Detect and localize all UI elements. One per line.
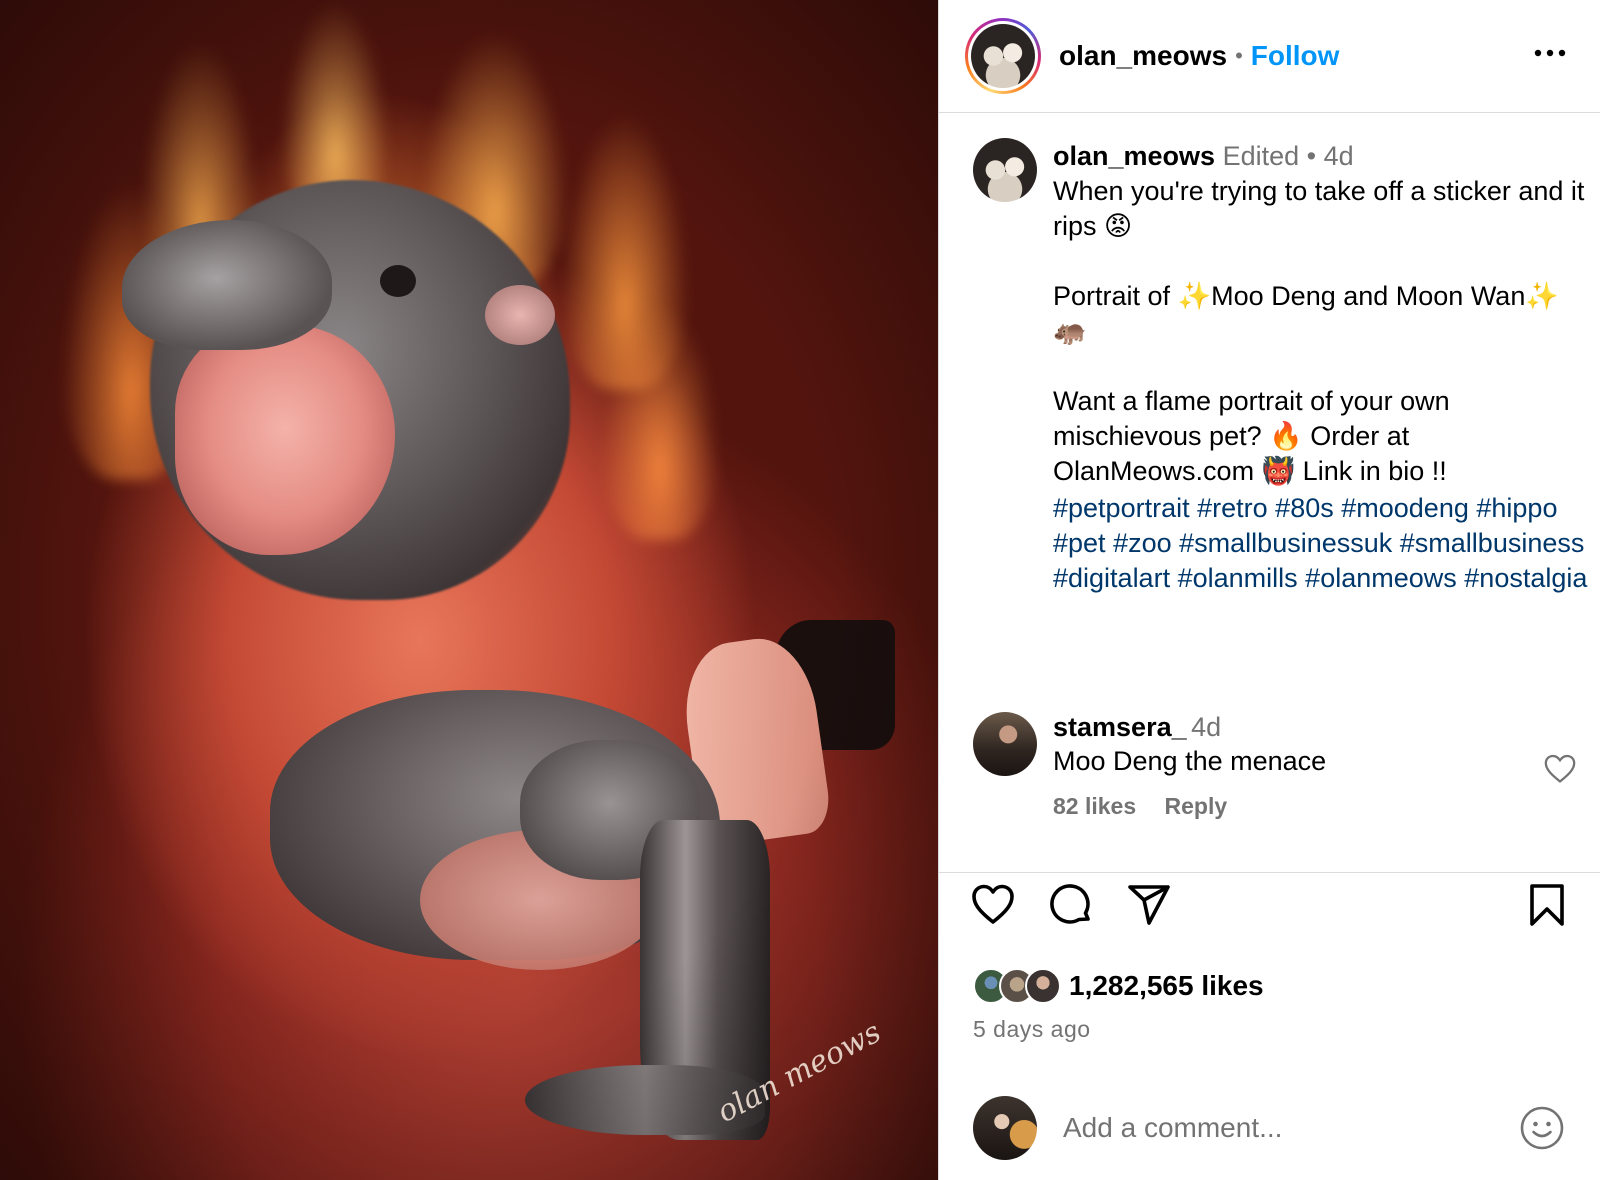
- separator-dot: •: [1235, 43, 1243, 68]
- story-ring[interactable]: [965, 18, 1041, 94]
- likes-count[interactable]: 1,282,565 likes: [1069, 970, 1264, 1002]
- smiley-face-icon[interactable]: [1519, 1105, 1565, 1151]
- hashtag-link[interactable]: #smallbusiness: [1400, 528, 1585, 558]
- comment-username[interactable]: stamsera_: [1053, 712, 1187, 742]
- more-horizontal-icon[interactable]: [1530, 38, 1570, 68]
- hashtag-link[interactable]: #zoo: [1113, 528, 1172, 558]
- hashtag-link[interactable]: #smallbusinessuk: [1179, 528, 1392, 558]
- hashtag-link[interactable]: #retro: [1197, 493, 1268, 523]
- comment-likes[interactable]: 82 likes: [1053, 793, 1136, 819]
- caption-username[interactable]: olan_meows: [1053, 141, 1215, 171]
- bookmark-icon[interactable]: [1523, 881, 1571, 929]
- comment-text: Moo Deng the menace: [1053, 746, 1327, 776]
- comment-item: stamsera_ 4d Moo Deng the menace 82 like…: [973, 712, 1583, 842]
- comment-input[interactable]: [1063, 1112, 1483, 1144]
- avatar: [1025, 968, 1061, 1004]
- post-image[interactable]: olan meows: [0, 0, 938, 1180]
- follow-button[interactable]: Follow: [1251, 40, 1340, 72]
- hashtag-link[interactable]: #petportrait: [1053, 493, 1190, 523]
- header-username[interactable]: olan_meows: [1059, 40, 1227, 72]
- avatar: [971, 24, 1035, 88]
- caption-time[interactable]: 4d: [1324, 141, 1354, 171]
- send-icon[interactable]: [1125, 881, 1173, 929]
- comment-bubble-icon[interactable]: [1047, 881, 1095, 929]
- post-side-panel: olan_meows • Follow olan_meows Edited • …: [938, 0, 1600, 1180]
- edited-label: Edited: [1222, 141, 1300, 171]
- heart-icon[interactable]: [969, 881, 1017, 929]
- post-header: olan_meows • Follow: [939, 0, 1600, 113]
- vignette: [0, 0, 938, 1180]
- reply-button[interactable]: Reply: [1165, 793, 1228, 819]
- post-time[interactable]: 5 days ago: [973, 1016, 1091, 1043]
- caption-text: When you're trying to take off a sticker…: [1053, 176, 1585, 486]
- hashtag-link[interactable]: #moodeng: [1341, 493, 1469, 523]
- avatar[interactable]: [973, 712, 1037, 776]
- avatar: [973, 1096, 1037, 1160]
- hashtag-link[interactable]: #pet: [1053, 528, 1106, 558]
- avatar[interactable]: [973, 138, 1037, 202]
- post-actions: 1,282,565 likes 5 days ago: [939, 872, 1600, 1180]
- hashtag-link[interactable]: #digitalart: [1053, 563, 1170, 593]
- hashtag-list: #petportrait #retro #80s #moodeng #hippo…: [1053, 491, 1593, 596]
- separator-dot: •: [1306, 141, 1317, 171]
- comment-time[interactable]: 4d: [1191, 712, 1221, 742]
- hashtag-link[interactable]: #olanmeows: [1305, 563, 1457, 593]
- hashtag-link[interactable]: #nostalgia: [1464, 563, 1587, 593]
- heart-outline-icon[interactable]: [1543, 752, 1577, 784]
- hashtag-link[interactable]: #hippo: [1476, 493, 1557, 523]
- add-comment-bar: [973, 1095, 1573, 1161]
- likes-row[interactable]: 1,282,565 likes: [973, 968, 1264, 1004]
- hashtag-link[interactable]: #80s: [1275, 493, 1334, 523]
- hashtag-link[interactable]: #olanmills: [1178, 563, 1298, 593]
